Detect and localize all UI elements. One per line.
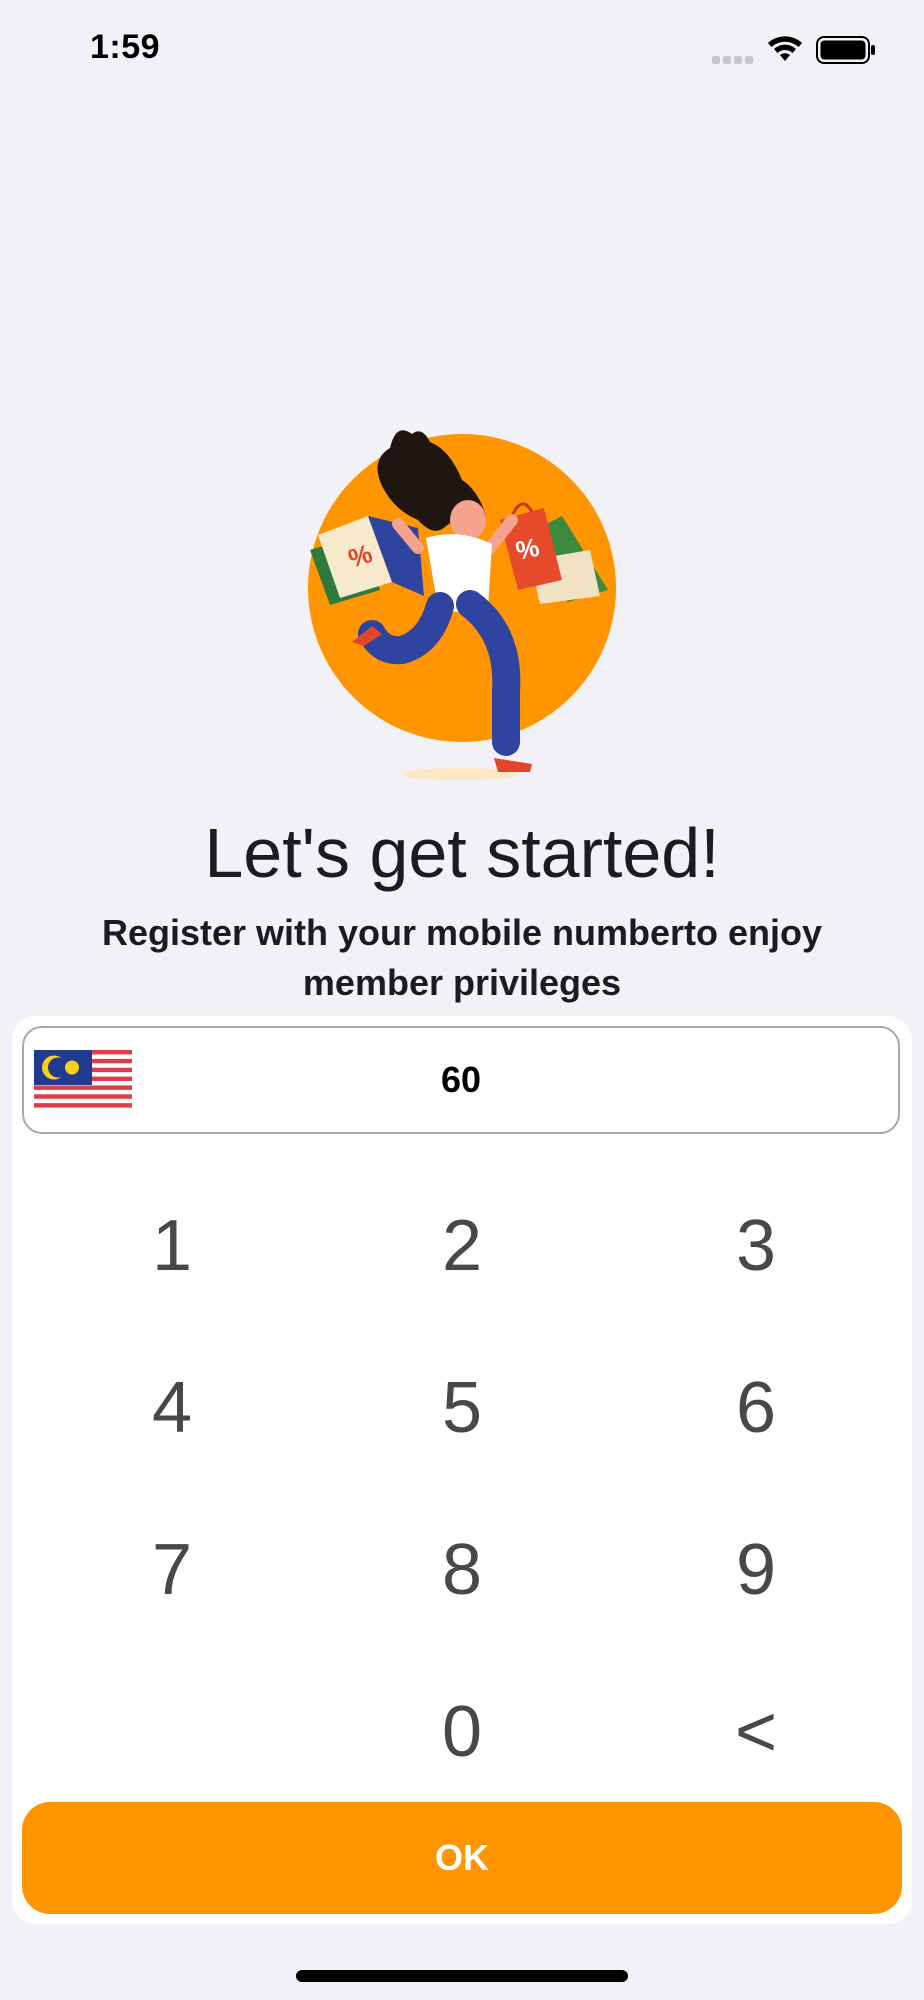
keypad-key-2[interactable]: 2 [332, 1176, 592, 1316]
status-bar: 1:59 [0, 0, 924, 100]
wifi-icon [768, 36, 802, 61]
cellular-signal-icon [712, 56, 753, 64]
keypad-key-6[interactable]: 6 [626, 1338, 886, 1478]
keypad-key-9[interactable]: 9 [626, 1500, 886, 1640]
keypad-key-7[interactable]: 7 [42, 1500, 302, 1640]
keypad-key-8[interactable]: 8 [332, 1500, 592, 1640]
page-subtitle: Register with your mobile numberto enjoy… [101, 912, 823, 1003]
keypad-key-5[interactable]: 5 [332, 1338, 592, 1478]
status-time: 1:59 [90, 28, 161, 66]
phone-number-field[interactable]: 60 [22, 1026, 900, 1134]
phone-number-value[interactable]: 60 [24, 1028, 898, 1132]
ok-button[interactable]: OK [22, 1802, 902, 1914]
keypad-key-0[interactable]: 0 [332, 1662, 592, 1802]
keypad-key-3[interactable]: 3 [626, 1176, 886, 1316]
home-indicator[interactable] [296, 1970, 628, 1982]
shopping-woman-illustration: % % [308, 430, 616, 780]
keypad-key-4[interactable]: 4 [42, 1338, 302, 1478]
keypad-key-1[interactable]: 1 [42, 1176, 302, 1316]
page-title: Let's get started! [204, 814, 720, 892]
battery-icon [816, 36, 875, 64]
registration-card: 60 1 2 3 4 5 6 7 8 9 0 < OK [12, 1016, 912, 1924]
keypad-backspace-key[interactable]: < [626, 1662, 886, 1802]
